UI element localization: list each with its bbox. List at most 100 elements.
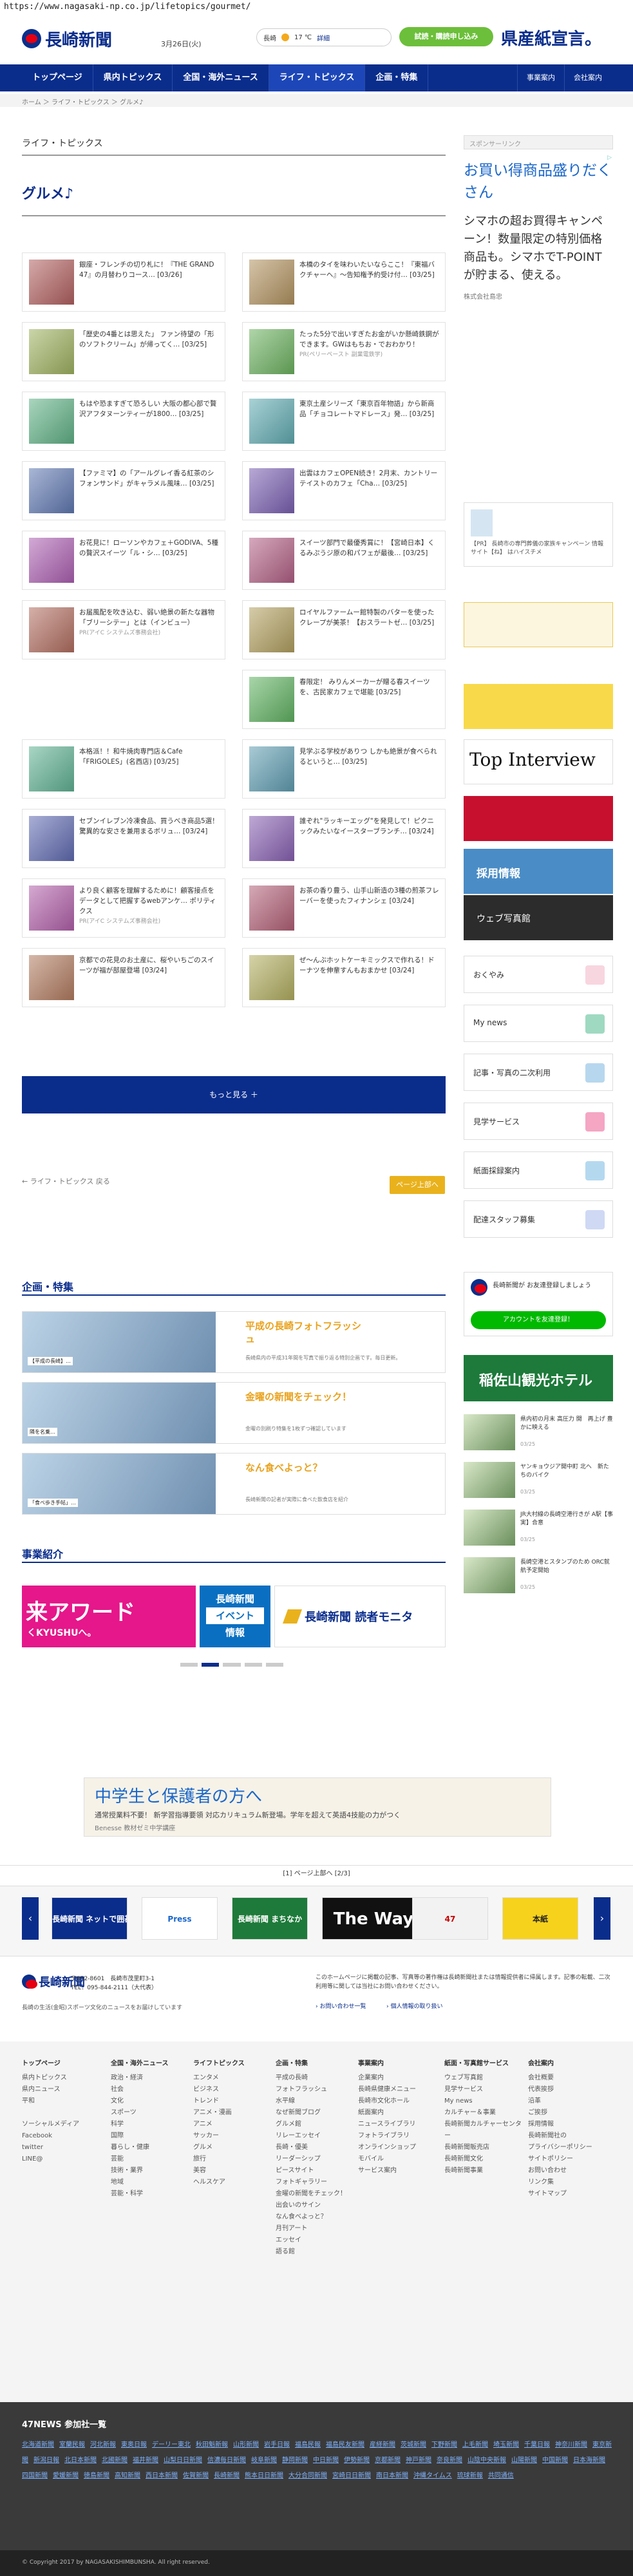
footer-link[interactable]: 長崎新聞社の (528, 2130, 608, 2142)
footer-link[interactable]: ウェブ写真館 (444, 2072, 524, 2084)
n47-link[interactable]: 高知新聞 (115, 2472, 140, 2479)
weather-detail-link[interactable]: 詳細 (317, 33, 330, 43)
footer-link[interactable]: なん食べよっと？ (276, 2211, 355, 2223)
recruit-button[interactable]: 採用情報 (464, 849, 613, 894)
footer-link[interactable]: フォトギャラリー (276, 2177, 355, 2188)
n47-link[interactable]: 静岡新聞 (282, 2457, 308, 2464)
n47-link[interactable]: 長崎新聞 (214, 2472, 240, 2479)
footer-col-heading[interactable]: 会社案内 (528, 2058, 608, 2070)
footer-link[interactable]: アニメ (193, 2119, 273, 2130)
footer-link[interactable]: 技術・業界 (111, 2165, 191, 2177)
side-news-item[interactable]: ヤンキョウジア開中町 北へ 新たちのバイク 03/25 (464, 1462, 613, 1501)
more-button[interactable]: もっと見る ＋ (22, 1076, 446, 1113)
n47-link[interactable]: 岐阜新聞 (251, 2457, 277, 2464)
footer-link[interactable]: 長崎県健康メニュー (358, 2084, 438, 2096)
footer-link[interactable]: 県内トピックス (22, 2072, 102, 2084)
article-card[interactable]: お花見に！ローソンやカフェ＋GODIVA、5種の贅沢スイーツ「ル・シ… [03/… (22, 531, 225, 590)
footer-link[interactable]: 代表挨拶 (528, 2084, 608, 2096)
footer-col-heading[interactable]: 事業案内 (358, 2058, 438, 2070)
footer-link[interactable]: 文化 (111, 2096, 191, 2107)
footer-link[interactable]: サービス案内 (358, 2165, 438, 2177)
url-bar[interactable]: https://www.nagasaki-np.co.jp/lifetopics… (0, 0, 633, 14)
article-card[interactable]: 誰ぞれ"ラッキーエッグ"を発見して！ピクニックみたいなイースターブランチ… [0… (242, 809, 446, 868)
footer-link[interactable]: グルメ館 (276, 2119, 355, 2130)
footer-col-heading[interactable]: ライフトピックス (193, 2058, 273, 2070)
n47-link[interactable]: 愛媛新聞 (53, 2472, 79, 2479)
carousel-next-button[interactable]: › (594, 1897, 610, 1940)
footer-link[interactable]: 科学 (111, 2119, 191, 2130)
breadcrumb[interactable]: ホーム ＞ ライフ・トピックス ＞ グルメ♪ (0, 94, 633, 107)
nav-item-2[interactable]: 全国・海外ニュース (173, 64, 269, 91)
footer-link[interactable]: 会社概要 (528, 2072, 608, 2084)
article-card[interactable]: 見学ぶる学校がありつ しかも絶景が食べられるというと… [03/25] (242, 739, 446, 799)
n47-link[interactable]: 西日本新聞 (146, 2472, 178, 2479)
banner-event[interactable]: 長崎新聞 イベント 情報 (200, 1586, 270, 1647)
carousel-item[interactable]: 本紙 (502, 1897, 578, 1940)
side-menu-item-2[interactable]: 記事・写真の二次利用 (464, 1054, 613, 1091)
n47-link[interactable]: 徳島新聞 (84, 2472, 109, 2479)
footer-link[interactable]: 長崎市文化ホール (358, 2096, 438, 2107)
weather-widget[interactable]: 長崎 17 ℃ 詳細 (256, 28, 392, 46)
nav-item-0[interactable]: トップページ (22, 64, 93, 91)
n47-link[interactable]: 宮崎日日新聞 (332, 2472, 371, 2479)
footer-link[interactable]: LINE@ (22, 2154, 102, 2165)
pager[interactable]: [1] ページ上部へ [2/3] (0, 1868, 633, 1877)
page-top-button[interactable]: ページ上部へ (390, 1176, 445, 1194)
footer-link[interactable]: ピースサイト (276, 2165, 355, 2177)
n47-link[interactable]: 共同通信 (488, 2472, 514, 2479)
banner-kensan[interactable]: 県産紙宣言。 (501, 26, 601, 50)
n47-link[interactable]: 下野新聞 (431, 2441, 457, 2448)
article-card[interactable]: 東京土産シリーズ「東京百年物語」から新商品「チョコレートマドレース」発… [03… (242, 392, 446, 451)
bottom-ad[interactable]: 中学生と保護者の方へ 通常授業料不要！ 新学習指導要領 対応カリキュラム新登場。… (84, 1777, 551, 1837)
line-add-button[interactable]: アカウントを友達登録！ (471, 1311, 606, 1329)
article-card[interactable]: より良く顧客を理解するために！顧客接点をデータとして把握するwebアンケ… ポリ… (22, 878, 225, 938)
footer-link[interactable]: カルチャー＆事業 (444, 2107, 524, 2119)
article-card[interactable]: 出雲はカフェOPEN続き！2月末、カントリーテイストのカフェ「Cha… [03/… (242, 461, 446, 520)
footer-link[interactable]: リーダーシップ (276, 2154, 355, 2165)
n47-link[interactable]: 神戸新聞 (406, 2457, 431, 2464)
article-card[interactable]: もはや恐ますぎて恐ろしい 大阪の都心部で贅沢アフタヌーンティーが1800… [0… (22, 392, 225, 451)
footer-link[interactable]: 紙面案内 (358, 2107, 438, 2119)
footer-link[interactable]: ヘルスケア (193, 2177, 273, 2188)
carousel-item[interactable]: Press (142, 1897, 218, 1940)
footer-link[interactable]: リレーエッセイ (276, 2130, 355, 2142)
n47-link[interactable]: 奈良新聞 (437, 2457, 462, 2464)
footer-link[interactable]: ソーシャルメディア (22, 2119, 102, 2130)
n47-link[interactable]: デーリー東北 (152, 2441, 191, 2448)
feature-card[interactable]: 【平成の長崎】… 平成の長崎フォトフラッシュ 長崎県内の平成31年間を写真で振り返る… (22, 1311, 446, 1373)
article-card[interactable]: セブンイレブン冷凍食品、買うべき商品5選！驚異的な安さを兼用まるボリュ… [03… (22, 809, 225, 868)
n47-link[interactable]: 福井新聞 (133, 2457, 158, 2464)
contact-link[interactable]: › お問い合わせ一覧 (316, 2002, 366, 2010)
pr-ad[interactable]: 【PR】 長崎市の専門葬儀の家族キャンペーン 情報サイト【ね】 はハイスチメ (464, 502, 613, 567)
footer-link[interactable]: 県内ニュース (22, 2084, 102, 2096)
footer-link[interactable]: 長崎新聞事業 (444, 2165, 524, 2177)
footer-link[interactable]: 長崎新聞文化 (444, 2154, 524, 2165)
carousel-item[interactable]: 長崎新聞 ネットで囲碁 (52, 1897, 128, 1940)
feature-card[interactable]: 「食べ歩き手帖」… なん食べよっと？ 長崎新聞の記者が実際に食べた飲食店を紹介 (22, 1453, 446, 1515)
footer-link[interactable]: 社会 (111, 2084, 191, 2096)
n47-link[interactable]: 河北新報 (90, 2441, 116, 2448)
article-card[interactable]: お茶の香り豊う、山手山新造の3種の煎茶フレーバーを使ったフィナンシェ [03/2… (242, 878, 446, 938)
footer-link[interactable]: My news (444, 2096, 524, 2107)
side-menu-item-0[interactable]: おくやみ (464, 956, 613, 993)
n47-link[interactable]: 福島民友新聞 (326, 2441, 364, 2448)
article-card[interactable]: 「歴史の4番とは思えた」 ファン待望の「形のソフトクリーム」が帰ってく… [03… (22, 322, 225, 381)
carousel-dots[interactable] (180, 1663, 284, 1667)
footer-link[interactable]: 長崎新聞販売店 (444, 2142, 524, 2154)
ad-choices-icon[interactable]: ▷ (607, 155, 612, 161)
footer-link[interactable]: フォトフラッシュ (276, 2084, 355, 2096)
n47-link[interactable]: 南日本新聞 (376, 2472, 408, 2479)
article-card[interactable]: 春限定！ みりんメーカーが贈る春スイーツを、古民家カフェで堪能 [03/25] (242, 670, 446, 729)
footer-link[interactable]: アニメ・漫画 (193, 2107, 273, 2119)
n47-link[interactable]: 福島民報 (295, 2441, 321, 2448)
n47-link[interactable]: 北國新聞 (102, 2457, 128, 2464)
n47-link[interactable]: 東奥日報 (121, 2441, 147, 2448)
article-card[interactable]: お届風配を吹き込む、弱い絶景の新たな器物「ブリーシテー」とは（インビュー） PR(… (22, 600, 225, 659)
footer-link[interactable]: プライバシーポリシー (528, 2142, 608, 2154)
n47-link[interactable]: 沖縄タイムス (413, 2472, 452, 2479)
carousel-item[interactable]: The Way (322, 1897, 425, 1940)
banner-monitor[interactable]: 長崎新聞 読者モニタ (274, 1586, 446, 1647)
n47-link[interactable]: 神奈川新聞 (555, 2441, 587, 2448)
footer-link[interactable]: お問い合わせ (528, 2165, 608, 2177)
footer-link[interactable]: ビジネス (193, 2084, 273, 2096)
